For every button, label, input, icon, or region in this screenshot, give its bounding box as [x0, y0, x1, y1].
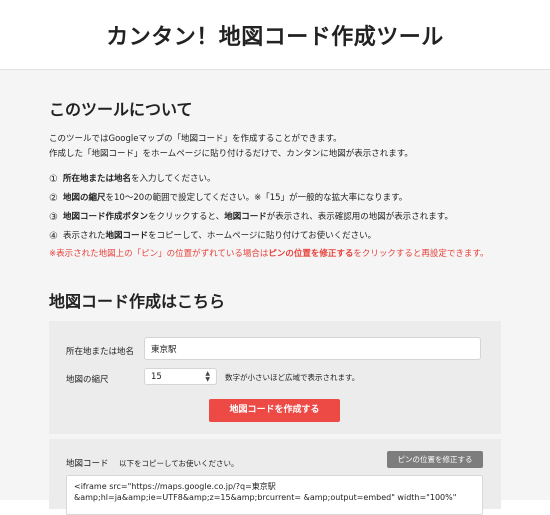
step-bold: 地図コード [105, 231, 149, 241]
step-number: ② [49, 193, 58, 204]
step-bold: 地図の縮尺 [63, 193, 106, 203]
main-content: このツールについて このツールではGoogleマップの「地図コード」を作成するこ… [0, 70, 550, 515]
map-code-textarea[interactable]: <iframe src="https://maps.google.co.jp/?… [66, 475, 483, 515]
step-text: をコピーして、ホームページに貼り付けてお使いください。 [148, 231, 377, 241]
step-bold: 地図コード [224, 212, 267, 222]
warning-text: をクリックすると再設定できます。 [353, 249, 489, 259]
step-number: ① [49, 174, 58, 185]
create-section-title: 地図コード作成はこちら [49, 292, 226, 311]
step-bold: 所在地または地名 [63, 174, 132, 184]
zoom-selected-value: 15 [151, 371, 162, 382]
zoom-hint: 数字が小さいほど広域で表示されます。 [225, 373, 360, 382]
step-number: ④ [49, 231, 58, 242]
map-code-panel: 地図コード 以下をコピーしてお使いください。 ピンの位置を修正する <ifram… [49, 439, 501, 515]
site-title: カンタン！地図コード作成ツール [106, 25, 444, 50]
intro-line-2: 作成した「地図コード」をホームページに貼り付けるだけで、カンタンに地図が表示され… [49, 149, 413, 159]
zoom-label: 地図の縮尺 [66, 375, 109, 385]
about-intro: このツールではGoogleマップの「地図コード」を作成することができます。 作成… [49, 132, 413, 162]
step-item: ③ 地図コード作成ボタン をクリックすると、 地図コード が表示され、表示確認用… [49, 208, 453, 227]
step-item: ② 地図の縮尺 を10〜20の範囲で設定してください。※「15」が一般的な拡大率… [49, 189, 453, 208]
step-item: ④ 表示された 地図コード をコピーして、ホームページに貼り付けてお使いください… [49, 227, 453, 246]
updown-arrow-icon: ▲ ▼ [205, 369, 210, 383]
warning-text: ※表示された地図上の「ピン」の位置がずれている場合は [49, 249, 269, 259]
step-bold: 地図コード作成ボタン [63, 212, 149, 222]
map-code-instruction: 以下をコピーしてお使いください。 [119, 459, 239, 468]
step-text: 表示された [63, 231, 106, 241]
step-number: ③ [49, 212, 58, 223]
warning-bold: ピンの位置を修正する [268, 249, 354, 259]
create-form-panel: 所在地または地名 地図の縮尺 15 ▲▼ 数字が小さいほど広域で表示されます。 … [49, 321, 501, 434]
site-header: カンタン！地図コード作成ツール [0, 0, 550, 70]
intro-line-1: このツールではGoogleマップの「地図コード」を作成することができます。 [49, 134, 342, 144]
step-text: を10〜20の範囲で設定してください。※「15」が一般的な拡大率になります。 [105, 193, 408, 203]
pin-warning: ※表示された地図上の「ピン」の位置がずれている場合はピンの位置を修正するをクリッ… [49, 247, 489, 259]
step-item: ① 所在地または地名 を入力してください。 [49, 170, 453, 189]
create-map-code-button[interactable]: 地図コードを作成する [209, 399, 340, 422]
fix-pin-button[interactable]: ピンの位置を修正する [387, 451, 483, 468]
steps-list: ① 所在地または地名 を入力してください。 ② 地図の縮尺 を10〜20の範囲で… [49, 170, 453, 246]
step-text: を入力してください。 [131, 174, 216, 184]
zoom-select[interactable]: 15 ▲ ▼ [144, 368, 217, 385]
step-text: をクリックすると、 [148, 212, 225, 222]
address-label: 所在地または地名 [66, 347, 135, 357]
address-input[interactable] [144, 337, 481, 360]
map-code-label: 地図コード [66, 459, 109, 469]
about-section-title: このツールについて [49, 100, 193, 119]
step-text: が表示され、表示確認用の地図が表示されます。 [266, 212, 453, 222]
